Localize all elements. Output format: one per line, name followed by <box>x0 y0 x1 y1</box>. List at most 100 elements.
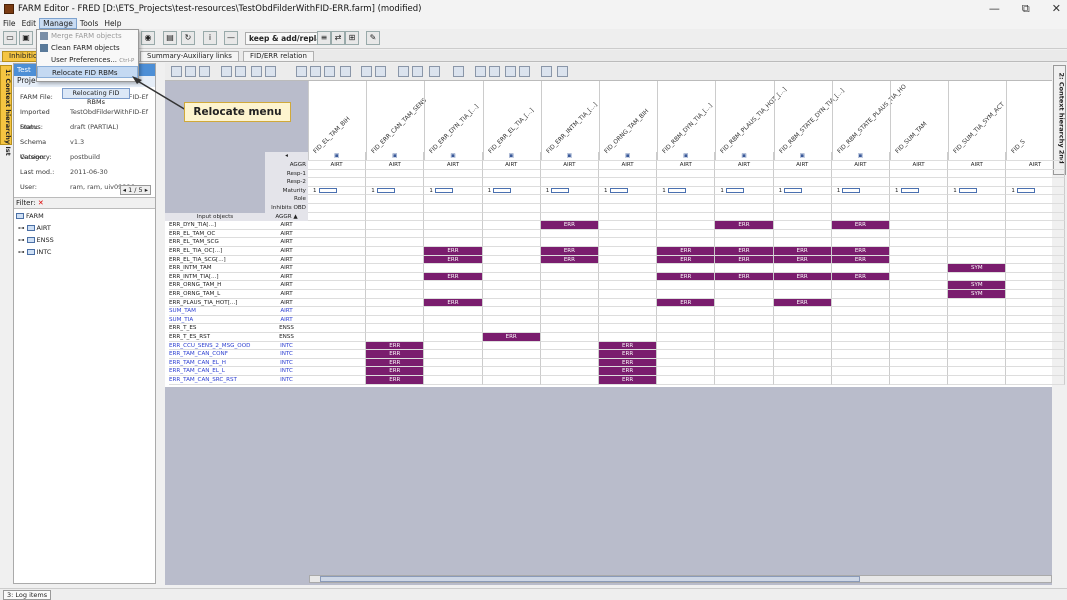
matrix-cell[interactable] <box>308 229 367 239</box>
matrix-cell[interactable] <box>890 376 949 385</box>
header-cell[interactable] <box>599 178 658 187</box>
matrix-cell[interactable] <box>366 324 425 333</box>
column-header[interactable]: FID_RBM_PLAUS_TIA_HOT_[...] <box>715 81 788 161</box>
header-cell[interactable] <box>831 195 890 204</box>
tree-node-airt[interactable]: ⊶ AIRT <box>18 224 51 232</box>
column-header[interactable]: FID_ERR_DYN_TIA_[...] <box>424 81 482 161</box>
matrix-cell[interactable] <box>1006 229 1065 239</box>
diff-icon[interactable]: ⇄ <box>331 31 345 45</box>
maturity-slider[interactable] <box>725 187 744 193</box>
header-cell[interactable]: AIRT <box>715 161 774 170</box>
matrix-cell[interactable] <box>831 367 890 376</box>
paste-icon[interactable] <box>505 66 516 77</box>
matrix-cell[interactable] <box>424 229 483 239</box>
matrix-cell[interactable] <box>482 315 541 325</box>
back-icon[interactable] <box>296 66 307 77</box>
column-header[interactable]: FID_ERR_INTM_TIA_[...] <box>540 81 599 161</box>
matrix-cell[interactable]: ERR <box>657 255 716 265</box>
matrix-cell[interactable]: ERR <box>831 255 890 265</box>
matrix-cell[interactable] <box>366 315 425 325</box>
header-cell[interactable] <box>1006 195 1065 204</box>
matrix-cell[interactable] <box>657 221 716 230</box>
matrix-cell[interactable] <box>482 255 541 265</box>
matrix-cell[interactable]: ERR <box>424 272 483 282</box>
matrix-cell[interactable] <box>890 333 949 342</box>
open-icon[interactable]: ▭ <box>3 31 17 45</box>
menu-file[interactable]: File <box>0 18 19 29</box>
column-header[interactable]: FID_ERR_CAN_TAM_SENS <box>366 81 428 161</box>
matrix-cell[interactable] <box>424 307 483 316</box>
header-cell[interactable] <box>831 204 890 213</box>
merge-icon[interactable]: ⊞ <box>345 31 359 45</box>
matrix-cell[interactable]: ERR <box>715 221 774 230</box>
matrix-cell[interactable]: ERR <box>482 333 541 342</box>
matrix-cell[interactable] <box>366 247 425 256</box>
matrix-cell[interactable] <box>366 298 425 308</box>
matrix-cell[interactable] <box>1006 376 1065 385</box>
maturity-slider[interactable] <box>667 187 686 193</box>
matrix-cell[interactable] <box>831 333 890 342</box>
pager[interactable]: ◂ 1 / 5 ▸ <box>119 185 151 195</box>
matrix-cell[interactable] <box>599 315 658 325</box>
move-icon[interactable] <box>251 66 262 77</box>
matrix-cell[interactable] <box>599 324 658 333</box>
matrix-cell[interactable] <box>599 247 658 256</box>
menu-manage[interactable]: Manage <box>39 18 77 29</box>
row-label[interactable]: ERR_T_ES_RST <box>169 333 265 342</box>
header-cell[interactable] <box>948 195 1007 204</box>
binoculars-icon[interactable]: ◉ <box>141 31 155 45</box>
matrix-cell[interactable] <box>1006 247 1065 256</box>
matrix-cell[interactable] <box>308 350 367 359</box>
matrix-cell[interactable] <box>948 298 1007 308</box>
matrix-cell[interactable] <box>890 247 949 256</box>
matrix-cell[interactable] <box>890 281 949 290</box>
aggr-sort-header[interactable]: AGGR ▲ <box>265 212 308 222</box>
header-cell[interactable] <box>308 204 367 213</box>
matrix-cell[interactable]: ERR <box>540 221 599 230</box>
menu-tools[interactable]: Tools <box>77 18 101 29</box>
disabled-icon[interactable]: — <box>224 31 238 45</box>
matrix-cell[interactable] <box>773 264 832 273</box>
matrix-cell[interactable] <box>948 341 1007 351</box>
matrix-cell[interactable] <box>1006 333 1065 342</box>
matrix-cell[interactable] <box>890 229 949 239</box>
column-header[interactable]: FID_RBM_DYN_TIA_[...] <box>657 81 715 161</box>
header-cell[interactable] <box>1006 169 1065 179</box>
menu-item-user-preferences[interactable]: User Preferences... Ctrl-P <box>37 54 138 66</box>
header-cell[interactable] <box>831 169 890 179</box>
matrix-cell[interactable] <box>773 367 832 376</box>
matrix-cell[interactable] <box>540 298 599 308</box>
select-icon[interactable] <box>310 66 321 77</box>
maximize-button[interactable]: ⧉ <box>1022 2 1030 16</box>
matrix-cell[interactable]: ERR <box>599 358 658 368</box>
matrix-cell[interactable]: ERR <box>773 298 832 308</box>
compare-icon[interactable]: ≡ <box>317 31 331 45</box>
copy-icon[interactable] <box>340 66 351 77</box>
matrix-cell[interactable]: ERR <box>599 367 658 376</box>
matrix-cell[interactable] <box>424 221 483 230</box>
column-header[interactable]: FID_EL_TAM_BIH <box>308 81 366 161</box>
matrix-cell[interactable] <box>599 298 658 308</box>
header-cell[interactable]: AIRT <box>948 161 1007 170</box>
matrix-cell[interactable] <box>773 238 832 247</box>
header-cell[interactable] <box>366 204 425 213</box>
header-cell[interactable] <box>424 204 483 213</box>
matrix-cell[interactable] <box>657 376 716 385</box>
header-cell[interactable]: AIRT <box>599 161 658 170</box>
matrix-cell[interactable] <box>308 307 367 316</box>
context-hierarchy-1st-tab[interactable]: 1: Context hierarchy Ist <box>0 65 12 156</box>
matrix-cell[interactable] <box>657 264 716 273</box>
matrix-cell[interactable]: ERR <box>540 247 599 256</box>
matrix-cell[interactable] <box>540 264 599 273</box>
row-label[interactable]: ERR_ORNG_TAM_H <box>169 281 265 290</box>
row-label[interactable]: ERR_T_ES <box>169 324 265 333</box>
expand-toggle-icon[interactable]: ⊶ <box>18 236 25 244</box>
matrix-cell[interactable] <box>308 221 367 230</box>
matrix-cell[interactable]: ERR <box>773 272 832 282</box>
matrix-cell[interactable] <box>715 333 774 342</box>
maturity-slider[interactable] <box>318 187 337 193</box>
matrix-cell[interactable] <box>715 264 774 273</box>
refresh-icon[interactable]: ↻ <box>181 31 195 45</box>
matrix-cell[interactable] <box>773 358 832 368</box>
matrix-cell[interactable] <box>424 333 483 342</box>
